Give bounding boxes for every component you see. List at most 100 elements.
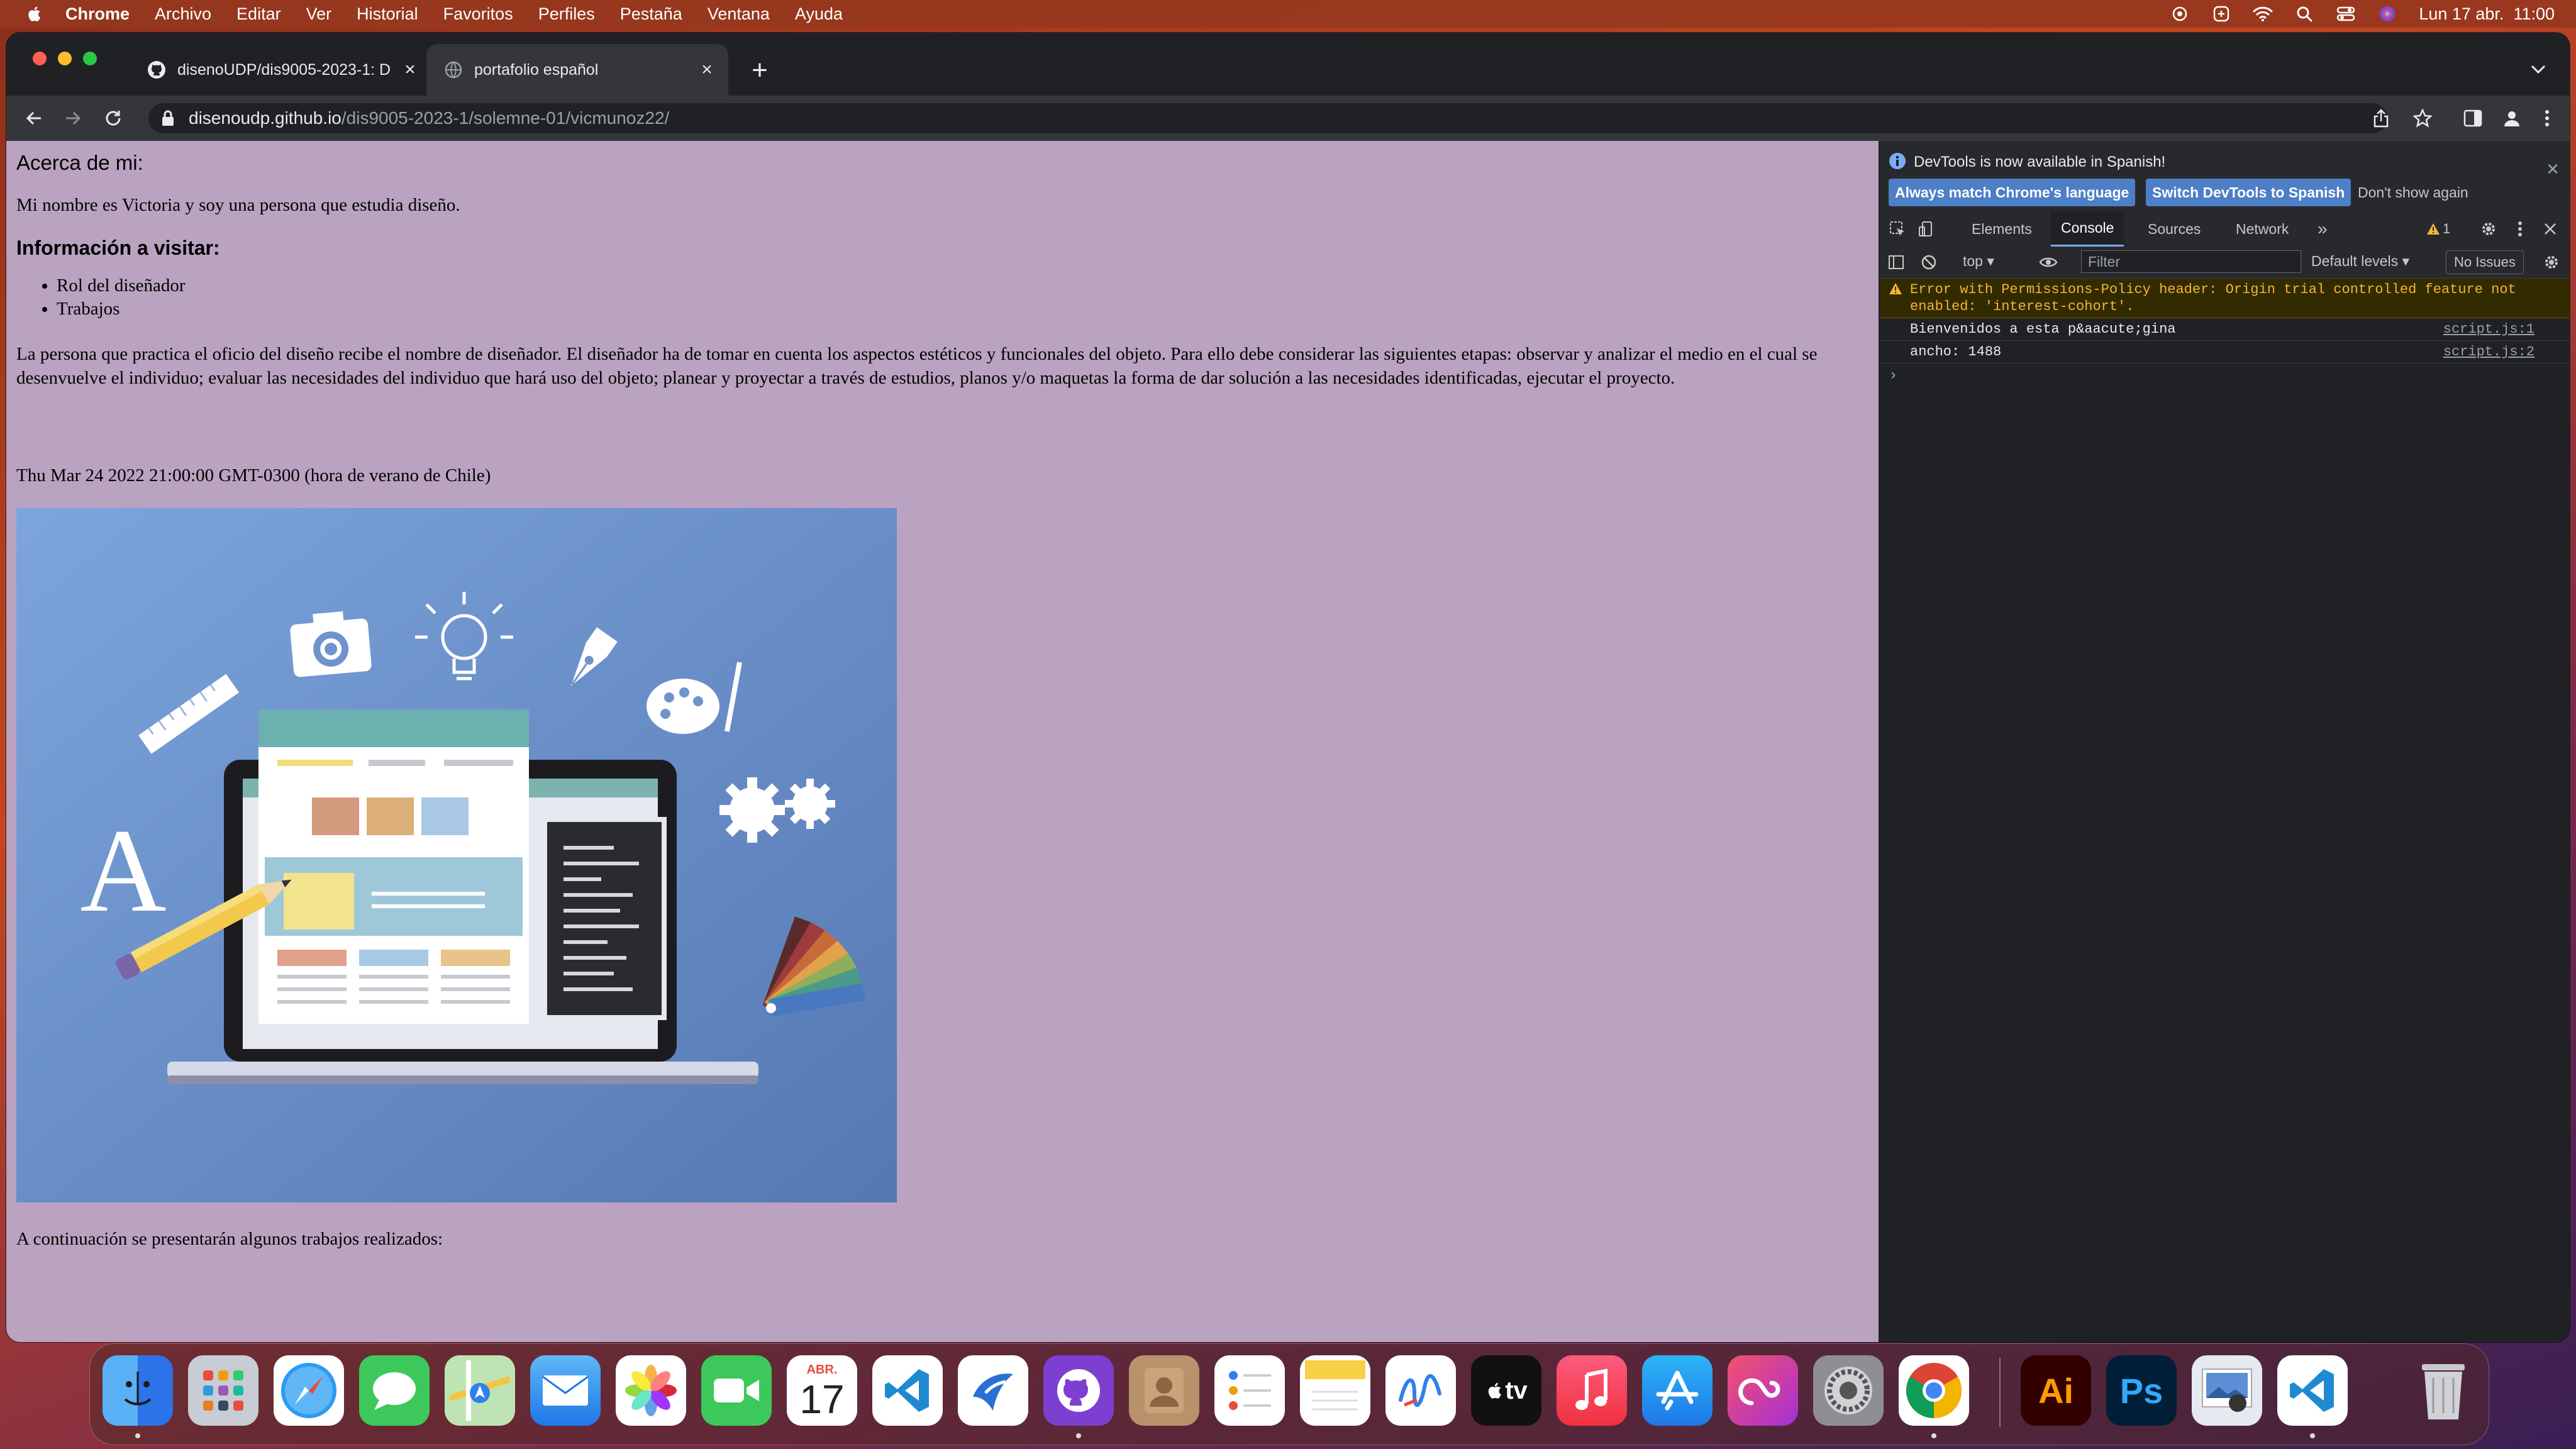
tab-portafolio[interactable]: portafolio español × xyxy=(426,44,728,96)
azure-data-studio-icon[interactable] xyxy=(958,1355,1028,1426)
more-tabs-icon[interactable]: » xyxy=(2307,211,2338,247)
mail-icon[interactable] xyxy=(530,1355,601,1426)
photoshop-icon[interactable]: Ps xyxy=(2106,1355,2177,1426)
menu-ventana[interactable]: Ventana xyxy=(708,4,770,24)
menu-editar[interactable]: Editar xyxy=(236,4,281,24)
facetime-icon[interactable] xyxy=(701,1355,772,1426)
console-log-row[interactable]: ancho: 1488 script.js:2 xyxy=(1880,341,2570,364)
warnings-badge[interactable]: 1 xyxy=(2418,218,2458,240)
menu-perfiles[interactable]: Perfiles xyxy=(538,4,595,24)
maps-icon[interactable] xyxy=(445,1355,515,1426)
clock[interactable]: Lun 17 abr. 11:00 xyxy=(2419,4,2555,24)
inspect-element-icon[interactable] xyxy=(1886,218,1909,240)
console-warning-row[interactable]: Error with Permissions-Policy header: Or… xyxy=(1880,279,2570,318)
creative-cloud-status-icon[interactable] xyxy=(2170,6,2190,22)
console-source-link[interactable]: script.js:2 xyxy=(2443,343,2534,360)
siri-icon[interactable] xyxy=(2377,6,2397,22)
more-vert-icon[interactable] xyxy=(2533,104,2561,132)
chevron-down-icon[interactable] xyxy=(2526,57,2551,82)
address-bar[interactable]: disenoudp.github.io/dis9005-2023-1/solem… xyxy=(148,103,2387,133)
menu-app-chrome[interactable]: Chrome xyxy=(65,4,130,24)
back-arrow-icon[interactable] xyxy=(20,104,48,132)
system-settings-icon[interactable] xyxy=(1813,1355,1884,1426)
issues-button[interactable]: No Issues xyxy=(2446,250,2524,274)
console-message: Error with Permissions-Policy header: Or… xyxy=(1910,282,2516,314)
log-levels-dropdown[interactable]: Default levels ▾ xyxy=(2311,253,2409,270)
side-panel-icon[interactable] xyxy=(2459,104,2487,132)
apple-icon[interactable] xyxy=(24,4,43,23)
github-desktop-icon[interactable] xyxy=(1043,1355,1114,1426)
spotlight-search-icon[interactable] xyxy=(2294,6,2314,22)
reminders-icon[interactable] xyxy=(1214,1355,1285,1426)
close-window-button[interactable] xyxy=(33,52,47,65)
reload-icon[interactable] xyxy=(99,104,127,132)
settings-gear-icon[interactable] xyxy=(2477,218,2500,240)
close-devtools-icon[interactable] xyxy=(2539,218,2562,240)
creative-cloud-icon[interactable] xyxy=(1728,1355,1798,1426)
menu-historial[interactable]: Historial xyxy=(357,4,418,24)
vscode-secondary-icon[interactable] xyxy=(2277,1355,2348,1426)
console-message: Bienvenidos a esta p&aacute;gina xyxy=(1910,321,2176,337)
filter-input[interactable] xyxy=(2081,250,2301,273)
close-tab-icon[interactable]: × xyxy=(397,57,423,82)
preview-icon[interactable] xyxy=(2192,1355,2262,1426)
url-host: disenoudp.github.io xyxy=(189,108,341,128)
photos-icon[interactable] xyxy=(616,1355,686,1426)
chrome-icon[interactable] xyxy=(1899,1355,1969,1426)
finder-icon[interactable] xyxy=(103,1355,173,1426)
console-source-link[interactable]: script.js:1 xyxy=(2443,321,2534,338)
music-icon[interactable] xyxy=(1557,1355,1627,1426)
notes-icon[interactable] xyxy=(1300,1355,1370,1426)
launchpad-icon[interactable] xyxy=(188,1355,258,1426)
close-notice-icon[interactable]: ✕ xyxy=(2546,160,2560,179)
profile-icon[interactable] xyxy=(2498,104,2526,132)
safari-icon[interactable] xyxy=(274,1355,344,1426)
context-selector[interactable]: top ▾ xyxy=(1963,253,1994,270)
switch-spanish-button[interactable]: Switch DevTools to Spanish xyxy=(2146,179,2351,206)
menu-archivo[interactable]: Archivo xyxy=(155,4,211,24)
lock-icon[interactable] xyxy=(158,109,177,128)
menu-ayuda[interactable]: Ayuda xyxy=(795,4,843,24)
tab-network[interactable]: Network xyxy=(2226,211,2299,247)
console-log-row[interactable]: Bienvenidos a esta p&aacute;gina script.… xyxy=(1880,318,2570,341)
device-toolbar-icon[interactable] xyxy=(1915,218,1938,240)
more-options-icon[interactable] xyxy=(2509,218,2531,240)
list-item-rol[interactable]: Rol del diseñador xyxy=(57,274,186,297)
illustrator-icon[interactable]: Ai xyxy=(2021,1355,2091,1426)
apple-tv-icon[interactable]: tv xyxy=(1471,1355,1541,1426)
control-center-icon[interactable] xyxy=(2336,6,2356,22)
bookmark-star-icon[interactable] xyxy=(2409,104,2436,132)
close-tab-icon[interactable]: × xyxy=(694,57,719,82)
menu-pestana[interactable]: Pestaña xyxy=(620,4,682,24)
list-item-trabajos[interactable]: Trabajos xyxy=(57,297,186,321)
vscode-icon[interactable] xyxy=(872,1355,943,1426)
app-store-icon[interactable] xyxy=(1642,1355,1713,1426)
maximize-window-button[interactable] xyxy=(83,52,97,65)
trash-icon[interactable] xyxy=(2408,1355,2479,1426)
dont-show-again-button[interactable]: Don't show again xyxy=(2351,179,2475,206)
tab-console[interactable]: Console xyxy=(2051,211,2124,247)
eye-icon[interactable] xyxy=(2037,251,2060,274)
console-settings-gear-icon[interactable] xyxy=(2540,251,2563,274)
wifi-icon[interactable] xyxy=(2253,6,2273,22)
freeform-icon[interactable] xyxy=(1385,1355,1456,1426)
tab-elements[interactable]: Elements xyxy=(1962,211,2042,247)
minimize-window-button[interactable] xyxy=(58,52,72,65)
tab-github[interactable]: disenoUDP/dis9005-2023-1: D × xyxy=(130,44,431,96)
forward-arrow-icon[interactable] xyxy=(59,104,87,132)
date-text: Thu Mar 24 2022 21:00:00 GMT-0300 (hora … xyxy=(16,465,491,486)
contacts-icon[interactable] xyxy=(1129,1355,1199,1426)
console-prompt[interactable]: › xyxy=(1880,364,2570,388)
share-icon[interactable] xyxy=(2367,104,2395,132)
menu-favoritos[interactable]: Favoritos xyxy=(443,4,513,24)
messages-icon[interactable] xyxy=(359,1355,430,1426)
clear-console-icon[interactable] xyxy=(1918,251,1940,274)
match-language-button[interactable]: Always match Chrome's language xyxy=(1889,179,2136,206)
sync-status-icon[interactable] xyxy=(2211,6,2231,22)
tab-sources[interactable]: Sources xyxy=(2138,211,2211,247)
console-toolbar: top ▾ Default levels ▾ No Issues xyxy=(1880,247,2570,279)
calendar-icon[interactable]: ABR. 17 xyxy=(787,1355,857,1426)
menu-ver[interactable]: Ver xyxy=(306,4,332,24)
new-tab-button[interactable]: + xyxy=(742,53,777,88)
sidebar-toggle-icon[interactable] xyxy=(1885,251,1907,274)
